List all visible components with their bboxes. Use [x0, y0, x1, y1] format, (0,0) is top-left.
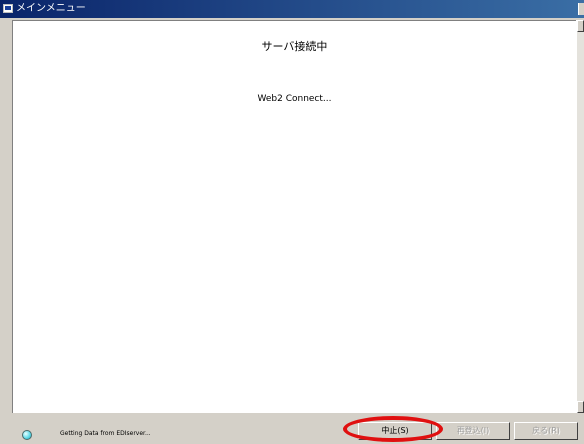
- title-bar-edge: [578, 3, 584, 15]
- stop-button[interactable]: 中止(S): [358, 422, 432, 440]
- title-bar[interactable]: メインメニュー: [0, 0, 584, 18]
- scroll-up-arrow-icon[interactable]: [577, 20, 584, 32]
- window-title: メインメニュー: [16, 3, 86, 14]
- content-area: サーバ接続中 Web2 Connect...: [12, 20, 576, 413]
- vertical-scrollbar[interactable]: [576, 20, 584, 413]
- back-button[interactable]: 戻る(R): [514, 422, 578, 440]
- connection-message: Web2 Connect...: [257, 94, 332, 104]
- status-text: Getting Data from EDIserver...: [60, 430, 151, 437]
- register-button[interactable]: 再登込(I): [436, 422, 510, 440]
- connecting-heading: サーバ接続中: [261, 40, 328, 53]
- status-bar: Getting Data from EDIserver... 中止(S) 再登込…: [0, 414, 584, 444]
- scroll-down-arrow-icon[interactable]: [577, 401, 584, 413]
- app-window-icon[interactable]: [3, 4, 13, 13]
- status-indicator-icon: [22, 430, 32, 440]
